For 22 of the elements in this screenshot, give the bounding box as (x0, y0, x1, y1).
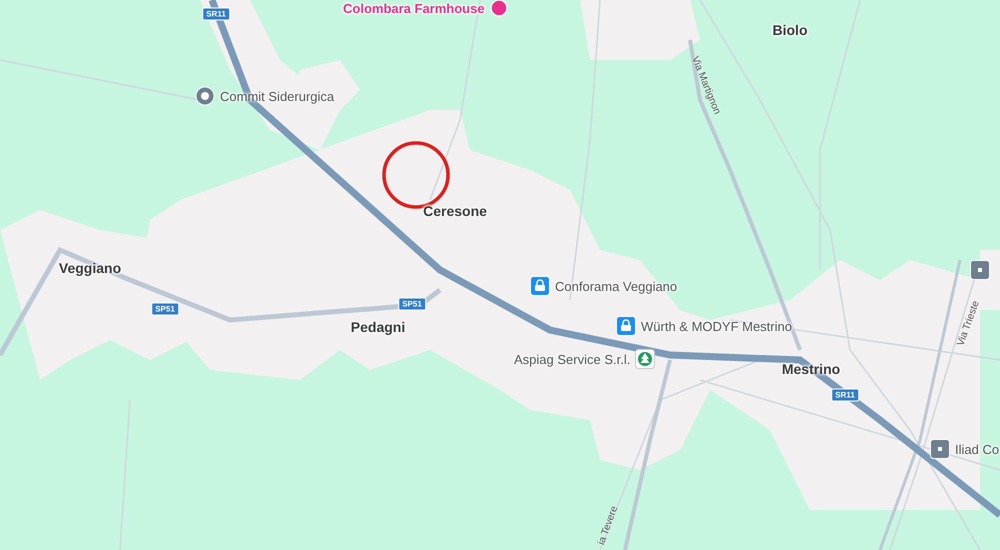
pin-icon[interactable] (490, 0, 508, 17)
road-shield: SR11 (831, 388, 859, 402)
road-shield: SP51 (151, 302, 179, 316)
ring-icon[interactable] (195, 86, 215, 106)
street-label: ia Tevere (596, 504, 620, 546)
square-icon[interactable] (970, 260, 990, 280)
road-shield: SR11 (202, 8, 230, 20)
place-label[interactable]: Conforama Veggiano (555, 278, 678, 294)
place-label[interactable]: Aspiag Service S.r.l. (514, 352, 630, 366)
town-label: Veggiano (58, 260, 122, 276)
place-label[interactable]: Iliad Co (955, 442, 1000, 456)
square-icon[interactable] (930, 439, 950, 459)
town-label: Pedagni (350, 319, 406, 335)
place-label[interactable]: Colombara Farmhouse (343, 0, 485, 16)
shopping-bag-icon[interactable] (530, 276, 550, 296)
place-label[interactable]: Würth & MODYF Mestrino (641, 318, 792, 334)
road-shield: SP51 (398, 298, 426, 310)
tree-icon[interactable] (635, 349, 656, 369)
town-label: Ceresone (423, 203, 487, 219)
town-label: Biolo (772, 22, 808, 38)
street-label: Via Trieste (955, 300, 982, 348)
shopping-bag-icon[interactable] (616, 316, 636, 336)
